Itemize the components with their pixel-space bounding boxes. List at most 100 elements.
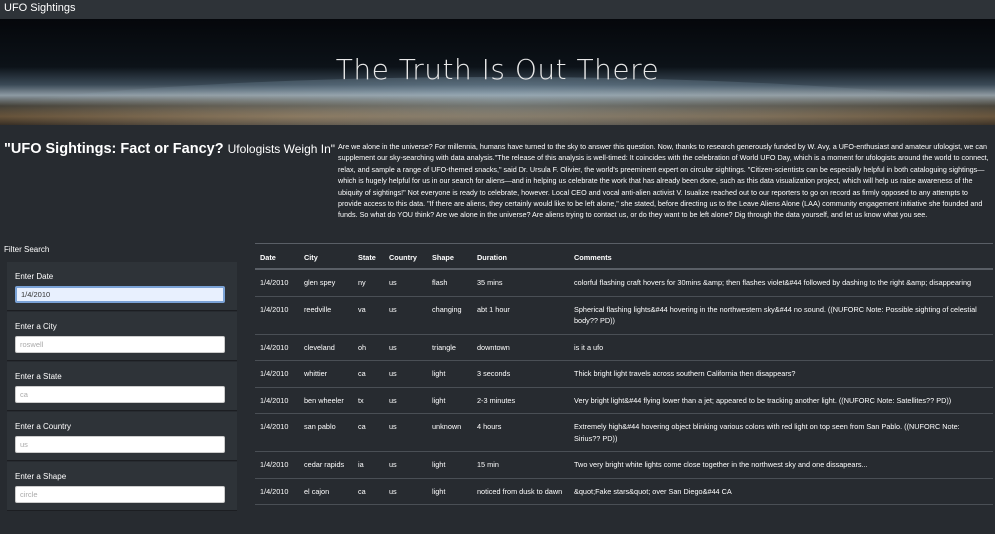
city-cell: whittier bbox=[299, 360, 353, 388]
date-cell: 1/4/2010 bbox=[255, 296, 299, 335]
table-row: 1/4/2010 san pablo ca us unknown 4 hours Extre… bbox=[255, 413, 993, 452]
shape-cell: light bbox=[427, 387, 472, 414]
column-header-shape: Shape bbox=[427, 243, 472, 270]
country-cell: us bbox=[384, 478, 427, 505]
hero-title: The Truth Is Out There bbox=[335, 53, 660, 86]
state-cell: ca bbox=[353, 478, 384, 505]
hero-banner: The Truth Is Out There bbox=[0, 19, 995, 125]
filter-country: Enter a Country bbox=[7, 412, 237, 461]
comments-cell: Thick bright light travels across southe… bbox=[569, 360, 993, 388]
country-cell: us bbox=[384, 296, 427, 335]
state-cell: ca bbox=[353, 413, 384, 452]
comments-cell: &quot;Fake stars&quot; over San Diego&#4… bbox=[569, 478, 993, 505]
navbar: UFO Sightings bbox=[0, 0, 995, 19]
country-cell: us bbox=[384, 360, 427, 388]
column-header-comments: Comments bbox=[569, 243, 993, 270]
table-row: 1/4/2010 cleveland oh us triangle downtown is … bbox=[255, 334, 993, 361]
date-cell: 1/4/2010 bbox=[255, 387, 299, 414]
city-cell: san pablo bbox=[299, 413, 353, 452]
column-header-duration: Duration bbox=[472, 243, 569, 270]
country-input[interactable] bbox=[15, 436, 225, 453]
filter-date: Enter Date bbox=[7, 262, 237, 311]
table-row: 1/4/2010 whittier ca us light 3 seconds Thick … bbox=[255, 360, 993, 388]
duration-cell: 2-3 minutes bbox=[472, 387, 569, 414]
filter-shape: Enter a Shape bbox=[7, 462, 237, 511]
country-cell: us bbox=[384, 334, 427, 361]
table-row: 1/4/2010 reedville va us changing abt 1 hour S… bbox=[255, 296, 993, 335]
date-cell: 1/4/2010 bbox=[255, 334, 299, 361]
comments-cell: Two very bright white lights come close … bbox=[569, 451, 993, 479]
city-cell: el cajon bbox=[299, 478, 353, 505]
state-cell: tx bbox=[353, 387, 384, 414]
country-cell: us bbox=[384, 269, 427, 297]
navbar-brand-link[interactable]: UFO Sightings bbox=[4, 0, 76, 17]
filter-city: Enter a City bbox=[7, 312, 237, 361]
duration-cell: abt 1 hour bbox=[472, 296, 569, 335]
country-cell: us bbox=[384, 387, 427, 414]
duration-cell: 3 seconds bbox=[472, 360, 569, 388]
filter-shape-label: Enter a Shape bbox=[15, 472, 67, 481]
state-cell: ny bbox=[353, 269, 384, 297]
article-title-main: "UFO Sightings: Fact or Fancy? bbox=[4, 141, 224, 157]
city-cell: reedville bbox=[299, 296, 353, 335]
table-header-row: Date City State Country Shape Duration C… bbox=[255, 243, 993, 270]
shape-cell: flash bbox=[427, 269, 472, 297]
date-cell: 1/4/2010 bbox=[255, 451, 299, 479]
shape-cell: changing bbox=[427, 296, 472, 335]
country-cell: us bbox=[384, 413, 427, 452]
duration-cell: 35 mins bbox=[472, 269, 569, 297]
state-cell: va bbox=[353, 296, 384, 335]
duration-cell: 15 min bbox=[472, 451, 569, 479]
comments-cell: Very bright light&#44 flying lower than … bbox=[569, 387, 993, 414]
article-body: Are we alone in the universe? For millen… bbox=[338, 142, 989, 220]
date-cell: 1/4/2010 bbox=[255, 478, 299, 505]
table-row: 1/4/2010 el cajon ca us light noticed from du… bbox=[255, 478, 993, 505]
date-cell: 1/4/2010 bbox=[255, 413, 299, 452]
shape-cell: light bbox=[427, 478, 472, 505]
comments-cell: is it a ufo bbox=[569, 334, 993, 361]
city-cell: cedar rapids bbox=[299, 451, 353, 479]
comments-cell: Extremely high&#44 hovering object blink… bbox=[569, 413, 993, 452]
shape-cell: triangle bbox=[427, 334, 472, 361]
duration-cell: noticed from dusk to dawn bbox=[472, 478, 569, 505]
shape-cell: light bbox=[427, 360, 472, 388]
filter-date-label: Enter Date bbox=[15, 272, 54, 281]
filter-panel: Enter Date Enter a City Enter a State En… bbox=[7, 262, 237, 512]
date-input[interactable] bbox=[15, 286, 225, 303]
column-header-state: State bbox=[353, 243, 384, 270]
filter-country-label: Enter a Country bbox=[15, 422, 72, 431]
filter-search-heading: Filter Search bbox=[4, 245, 50, 254]
state-cell: ca bbox=[353, 360, 384, 388]
filter-state: Enter a State bbox=[7, 362, 237, 411]
duration-cell: downtown bbox=[472, 334, 569, 361]
city-cell: cleveland bbox=[299, 334, 353, 361]
shape-cell: unknown bbox=[427, 413, 472, 452]
state-input[interactable] bbox=[15, 386, 225, 403]
filter-city-label: Enter a City bbox=[15, 322, 57, 331]
country-cell: us bbox=[384, 451, 427, 479]
comments-cell: colorful flashing craft hovers for 30min… bbox=[569, 269, 993, 297]
date-cell: 1/4/2010 bbox=[255, 269, 299, 297]
article-title: "UFO Sightings: Fact or Fancy? Ufologist… bbox=[4, 141, 335, 157]
table-row: 1/4/2010 glen spey ny us flash 35 mins colorfu… bbox=[255, 269, 993, 297]
filter-state-label: Enter a State bbox=[15, 372, 62, 381]
city-cell: ben wheeler bbox=[299, 387, 353, 414]
table-row: 1/4/2010 ben wheeler tx us light 2-3 minutes V… bbox=[255, 387, 993, 414]
date-cell: 1/4/2010 bbox=[255, 360, 299, 388]
duration-cell: 4 hours bbox=[472, 413, 569, 452]
article-subtitle: Ufologists Weigh In" bbox=[227, 142, 336, 156]
shape-input[interactable] bbox=[15, 486, 225, 503]
state-cell: ia bbox=[353, 451, 384, 479]
column-header-city: City bbox=[299, 243, 353, 270]
table-body: 1/4/2010 glen spey ny us flash 35 mins colorfu… bbox=[255, 269, 993, 505]
shape-cell: light bbox=[427, 451, 472, 479]
column-header-date: Date bbox=[255, 243, 299, 270]
city-cell: glen spey bbox=[299, 269, 353, 297]
ufo-table-container: Date City State Country Shape Duration C… bbox=[255, 243, 993, 505]
ufo-table: Date City State Country Shape Duration C… bbox=[255, 243, 993, 505]
comments-cell: Spherical flashing lights&#44 hovering i… bbox=[569, 296, 993, 335]
table-row: 1/4/2010 cedar rapids ia us light 15 min Two v… bbox=[255, 451, 993, 479]
city-input[interactable] bbox=[15, 336, 225, 353]
column-header-country: Country bbox=[384, 243, 427, 270]
state-cell: oh bbox=[353, 334, 384, 361]
